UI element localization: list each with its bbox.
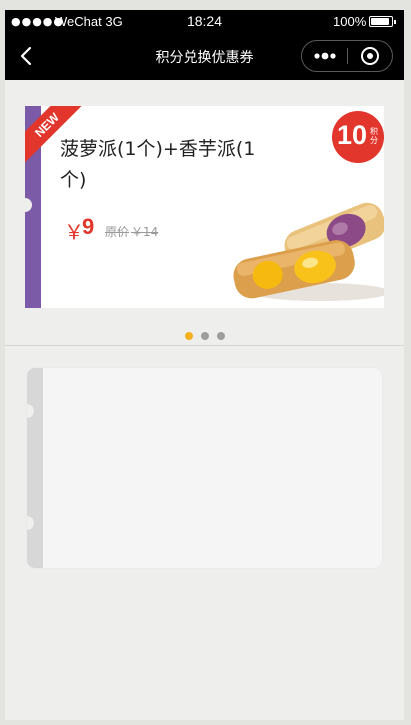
section-divider xyxy=(5,345,404,346)
pie-product-image xyxy=(233,202,384,301)
navigation-bar: 积分兑换优惠券 xyxy=(5,32,404,80)
placeholder-stripe xyxy=(27,368,43,568)
battery-percent: 100% xyxy=(333,14,367,29)
carousel-dot[interactable] xyxy=(200,332,209,340)
carousel-dot[interactable] xyxy=(184,332,193,340)
phone-screen: ●●●●● WeChat 3G 18:24 100% 积分兑换优惠券 NEW 菠… xyxy=(5,10,404,720)
points-value: 10 xyxy=(337,120,368,150)
battery-icon xyxy=(369,16,396,27)
target-circle-icon xyxy=(361,47,379,65)
more-dots-icon xyxy=(314,52,336,60)
carousel-dot[interactable] xyxy=(216,332,225,340)
original-price-label: 原价 xyxy=(105,225,130,239)
more-button[interactable] xyxy=(302,41,347,71)
status-bar: ●●●●● WeChat 3G 18:24 100% xyxy=(5,10,404,32)
coupon-card[interactable]: NEW 菠萝派(1个)+香芋派(1个) ￥ 9 原价 ￥14 10 积分 xyxy=(25,106,384,308)
coupon-card-placeholder xyxy=(26,367,383,569)
miniprogram-capsule xyxy=(301,40,393,72)
points-unit: 积分 xyxy=(370,127,378,145)
close-miniprogram-button[interactable] xyxy=(348,41,393,71)
carousel-indicator xyxy=(5,325,404,340)
price-currency: ￥ xyxy=(64,220,84,244)
coupon-product-name: 菠萝派(1个)+香芋派(1个) xyxy=(60,138,256,191)
original-price: ￥14 xyxy=(131,225,159,239)
coupon-price: 9 xyxy=(82,214,95,239)
points-badge: 10 积分 xyxy=(332,111,384,163)
